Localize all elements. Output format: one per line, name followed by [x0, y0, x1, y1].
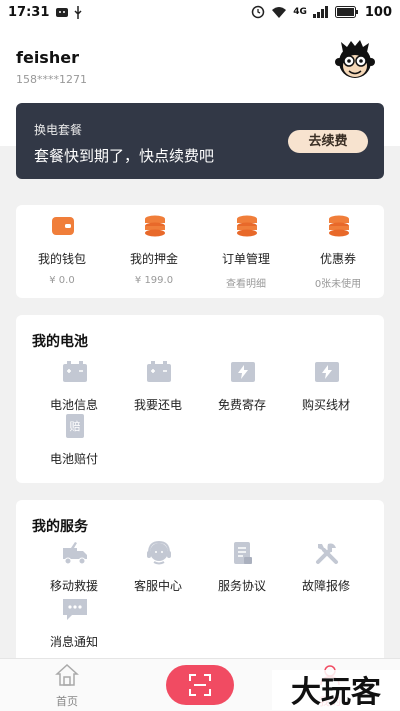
headset-icon: [147, 540, 171, 565]
status-bar: 17:31 4G 100: [0, 0, 400, 24]
wallet-value: ¥ 0.0: [49, 275, 75, 286]
network-type: 4G: [293, 7, 307, 17]
grid-item-service-agreement[interactable]: 服务协议: [196, 540, 288, 600]
grid-item-customer-service[interactable]: 客服中心: [112, 540, 204, 600]
service-agreement-label: 服务协议: [217, 579, 266, 593]
status-time: 17:31: [8, 4, 50, 20]
battery-compensation-label: 电池赔付: [49, 452, 98, 466]
service-section-title: 我的服务: [32, 519, 88, 535]
orders-label: 订单管理: [221, 252, 270, 266]
mobile-rescue-label: 移动救援: [49, 579, 98, 593]
message-notification-label: 消息通知: [49, 635, 98, 649]
battery-status-icon: [334, 6, 358, 18]
tab-home-label: 首页: [56, 695, 78, 708]
package-message: 套餐快到期了，快点续费吧: [34, 147, 215, 165]
phone-number: 158****1271: [16, 73, 87, 86]
battery-section-title: 我的电池: [32, 334, 88, 350]
username[interactable]: feisher: [16, 48, 79, 67]
tab-home[interactable]: 首页: [40, 659, 94, 711]
grid-item-return-battery[interactable]: 我要还电: [112, 359, 204, 419]
wallet-item-coupons[interactable]: 优惠券 0张未使用: [292, 205, 384, 298]
battery-icon: [63, 361, 87, 382]
scan-button[interactable]: [166, 665, 234, 705]
grid-item-message-notification[interactable]: 消息通知: [28, 596, 120, 656]
lightning-icon: [231, 362, 255, 382]
orders-sub: 查看明细: [226, 279, 266, 290]
svg-text:赔: 赔: [70, 419, 81, 433]
wallet-item-wallet[interactable]: 我的钱包 ¥ 0.0: [16, 205, 108, 298]
grid-item-buy-cable[interactable]: 购买线材: [280, 359, 372, 419]
home-icon: [55, 663, 79, 686]
free-storage-label: 免费寄存: [217, 398, 266, 412]
battery-info-label: 电池信息: [49, 398, 98, 412]
scan-icon: [189, 674, 211, 696]
watermark-logo: 大玩客: [272, 670, 400, 710]
wallet-item-orders[interactable]: 订单管理 查看明细: [200, 205, 292, 298]
tools-icon: [316, 543, 338, 564]
wifi-icon: [272, 7, 287, 18]
grid-item-battery-info[interactable]: 电池信息: [28, 359, 120, 419]
notification-icon: [56, 8, 69, 17]
wallet-item-deposit[interactable]: 我的押金 ¥ 199.0: [108, 205, 200, 298]
package-card: 换电套餐 套餐快到期了，快点续费吧 去续费: [16, 103, 384, 179]
grid-item-free-storage[interactable]: 免费寄存: [196, 359, 288, 419]
wallet-label: 我的钱包: [37, 252, 86, 266]
message-icon: [63, 599, 87, 620]
signal-icon: [312, 6, 328, 18]
alarm-icon: [251, 5, 265, 19]
lightning-icon: [315, 362, 339, 382]
return-battery-label: 我要还电: [133, 398, 182, 412]
coupons-sub: 0张未使用: [314, 279, 362, 290]
svg-text:大玩客: 大玩客: [291, 675, 381, 710]
coins-icon: [145, 215, 165, 237]
repair-label: 故障报修: [301, 579, 350, 593]
service-section: 我的服务 移动救援 客服中心 服务协议 故障报修 消息通知: [16, 500, 384, 670]
coupons-label: 优惠券: [319, 252, 356, 266]
customer-service-label: 客服中心: [133, 579, 182, 593]
coins-icon: [329, 215, 349, 237]
truck-icon: [63, 542, 87, 565]
battery-section: 我的电池 电池信息 我要还电 免费寄存 购买线材 赔 电池赔付: [16, 315, 384, 483]
grid-item-battery-compensation[interactable]: 赔 电池赔付: [28, 413, 120, 473]
grid-item-repair[interactable]: 故障报修: [280, 540, 372, 600]
battery-icon: [147, 361, 171, 382]
deposit-label: 我的押金: [129, 252, 178, 266]
buy-cable-label: 购买线材: [301, 398, 350, 412]
avatar[interactable]: [335, 38, 375, 82]
coins-icon: [237, 215, 257, 237]
wallet-icon: [52, 217, 74, 235]
renew-button[interactable]: 去续费: [288, 130, 368, 153]
compensation-icon: 赔: [66, 414, 84, 438]
deposit-value: ¥ 199.0: [134, 275, 174, 286]
document-icon: [234, 542, 252, 564]
wallet-card: 我的钱包 ¥ 0.0 我的押金 ¥ 199.0 订单管理 查看明细 优惠券 0张…: [16, 205, 384, 298]
usb-icon: [74, 5, 82, 19]
package-title: 换电套餐: [34, 123, 83, 137]
grid-item-mobile-rescue[interactable]: 移动救援: [28, 540, 120, 600]
battery-level: 100: [364, 4, 392, 20]
